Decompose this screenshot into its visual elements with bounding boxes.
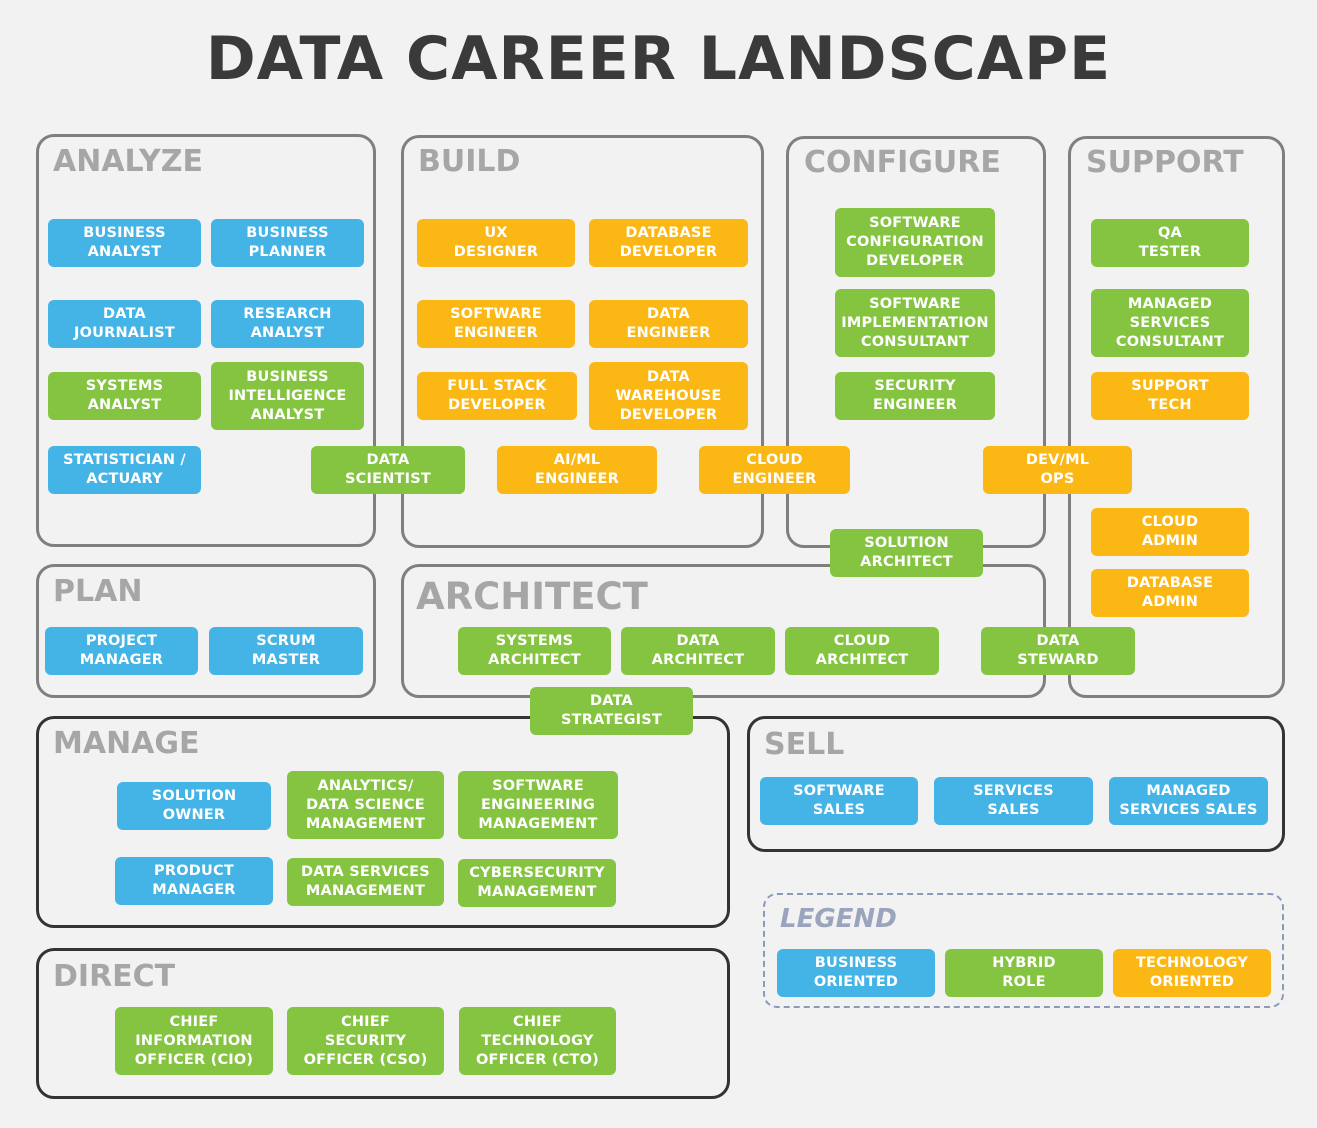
role-cloud-engineer: CLOUD ENGINEER [699, 446, 850, 494]
role-cso: CHIEF SECURITY OFFICER (CSO) [287, 1007, 444, 1075]
role-services-sales: SERVICES SALES [934, 777, 1093, 825]
role-data-warehouse-developer: DATA WAREHOUSE DEVELOPER [589, 362, 748, 430]
role-qa-tester: QA TESTER [1091, 219, 1249, 267]
role-research-analyst: RESEARCH ANALYST [211, 300, 364, 348]
role-business-analyst: BUSINESS ANALYST [48, 219, 201, 267]
legend-business-oriented: BUSINESS ORIENTED [777, 949, 935, 997]
role-data-architect: DATA ARCHITECT [621, 627, 775, 675]
role-data-journalist: DATA JOURNALIST [48, 300, 201, 348]
group-label-support: SUPPORT [1086, 145, 1244, 180]
legend-hybrid-role: HYBRID ROLE [945, 949, 1103, 997]
role-software-engineering-management: SOFTWARE ENGINEERING MANAGEMENT [458, 771, 618, 839]
role-business-planner: BUSINESS PLANNER [211, 219, 364, 267]
role-systems-architect: SYSTEMS ARCHITECT [458, 627, 611, 675]
role-database-admin: DATABASE ADMIN [1091, 569, 1249, 617]
role-database-developer: DATABASE DEVELOPER [589, 219, 748, 267]
role-software-implementation-consultant: SOFTWARE IMPLEMENTATION CONSULTANT [835, 289, 995, 357]
role-security-engineer: SECURITY ENGINEER [835, 372, 995, 420]
role-cybersecurity-management: CYBERSECURITY MANAGEMENT [458, 859, 616, 907]
role-project-manager: PROJECT MANAGER [45, 627, 198, 675]
page-title: DATA CAREER LANDSCAPE [205, 24, 1112, 94]
role-solution-architect: SOLUTION ARCHITECT [830, 529, 983, 577]
role-software-engineer: SOFTWARE ENGINEER [417, 300, 575, 348]
role-solution-owner: SOLUTION OWNER [117, 782, 271, 830]
legend-technology-oriented: TECHNOLOGY ORIENTED [1113, 949, 1271, 997]
role-data-engineer: DATA ENGINEER [589, 300, 748, 348]
role-devml-ops: DEV/ML OPS [983, 446, 1132, 494]
role-support-tech: SUPPORT TECH [1091, 372, 1249, 420]
role-bi-analyst: BUSINESS INTELLIGENCE ANALYST [211, 362, 364, 430]
group-label-architect: ARCHITECT [416, 575, 648, 618]
role-statistician-actuary: STATISTICIAN / ACTUARY [48, 446, 201, 494]
group-label-sell: SELL [764, 727, 845, 762]
group-label-manage: MANAGE [53, 726, 200, 761]
role-managed-services-consultant: MANAGED SERVICES CONSULTANT [1091, 289, 1249, 357]
role-software-sales: SOFTWARE SALES [760, 777, 918, 825]
role-systems-analyst: SYSTEMS ANALYST [48, 372, 201, 420]
role-cloud-admin: CLOUD ADMIN [1091, 508, 1249, 556]
group-label-legend: LEGEND [780, 904, 897, 934]
role-cloud-architect: CLOUD ARCHITECT [785, 627, 939, 675]
role-software-configuration-developer: SOFTWARE CONFIGURATION DEVELOPER [835, 208, 995, 277]
role-ux-designer: UX DESIGNER [417, 219, 575, 267]
group-label-plan: PLAN [53, 574, 143, 609]
role-cto: CHIEF TECHNOLOGY OFFICER (CTO) [459, 1007, 616, 1075]
role-cio: CHIEF INFORMATION OFFICER (CIO) [115, 1007, 273, 1075]
role-full-stack-developer: FULL STACK DEVELOPER [417, 372, 577, 420]
role-aiml-engineer: AI/ML ENGINEER [497, 446, 657, 494]
role-scrum-master: SCRUM MASTER [209, 627, 363, 675]
group-label-analyze: ANALYZE [53, 144, 203, 179]
group-label-direct: DIRECT [53, 959, 176, 994]
role-data-scientist: DATA SCIENTIST [311, 446, 465, 494]
role-product-manager: PRODUCT MANAGER [115, 857, 273, 905]
role-data-strategist: DATA STRATEGIST [530, 687, 693, 735]
role-data-steward: DATA STEWARD [981, 627, 1135, 675]
role-data-services-management: DATA SERVICES MANAGEMENT [287, 858, 444, 906]
role-managed-services-sales: MANAGED SERVICES SALES [1109, 777, 1268, 825]
role-analytics-data-science-management: ANALYTICS/ DATA SCIENCE MANAGEMENT [287, 771, 444, 839]
group-label-build: BUILD [418, 144, 521, 179]
group-label-configure: CONFIGURE [804, 145, 1001, 180]
